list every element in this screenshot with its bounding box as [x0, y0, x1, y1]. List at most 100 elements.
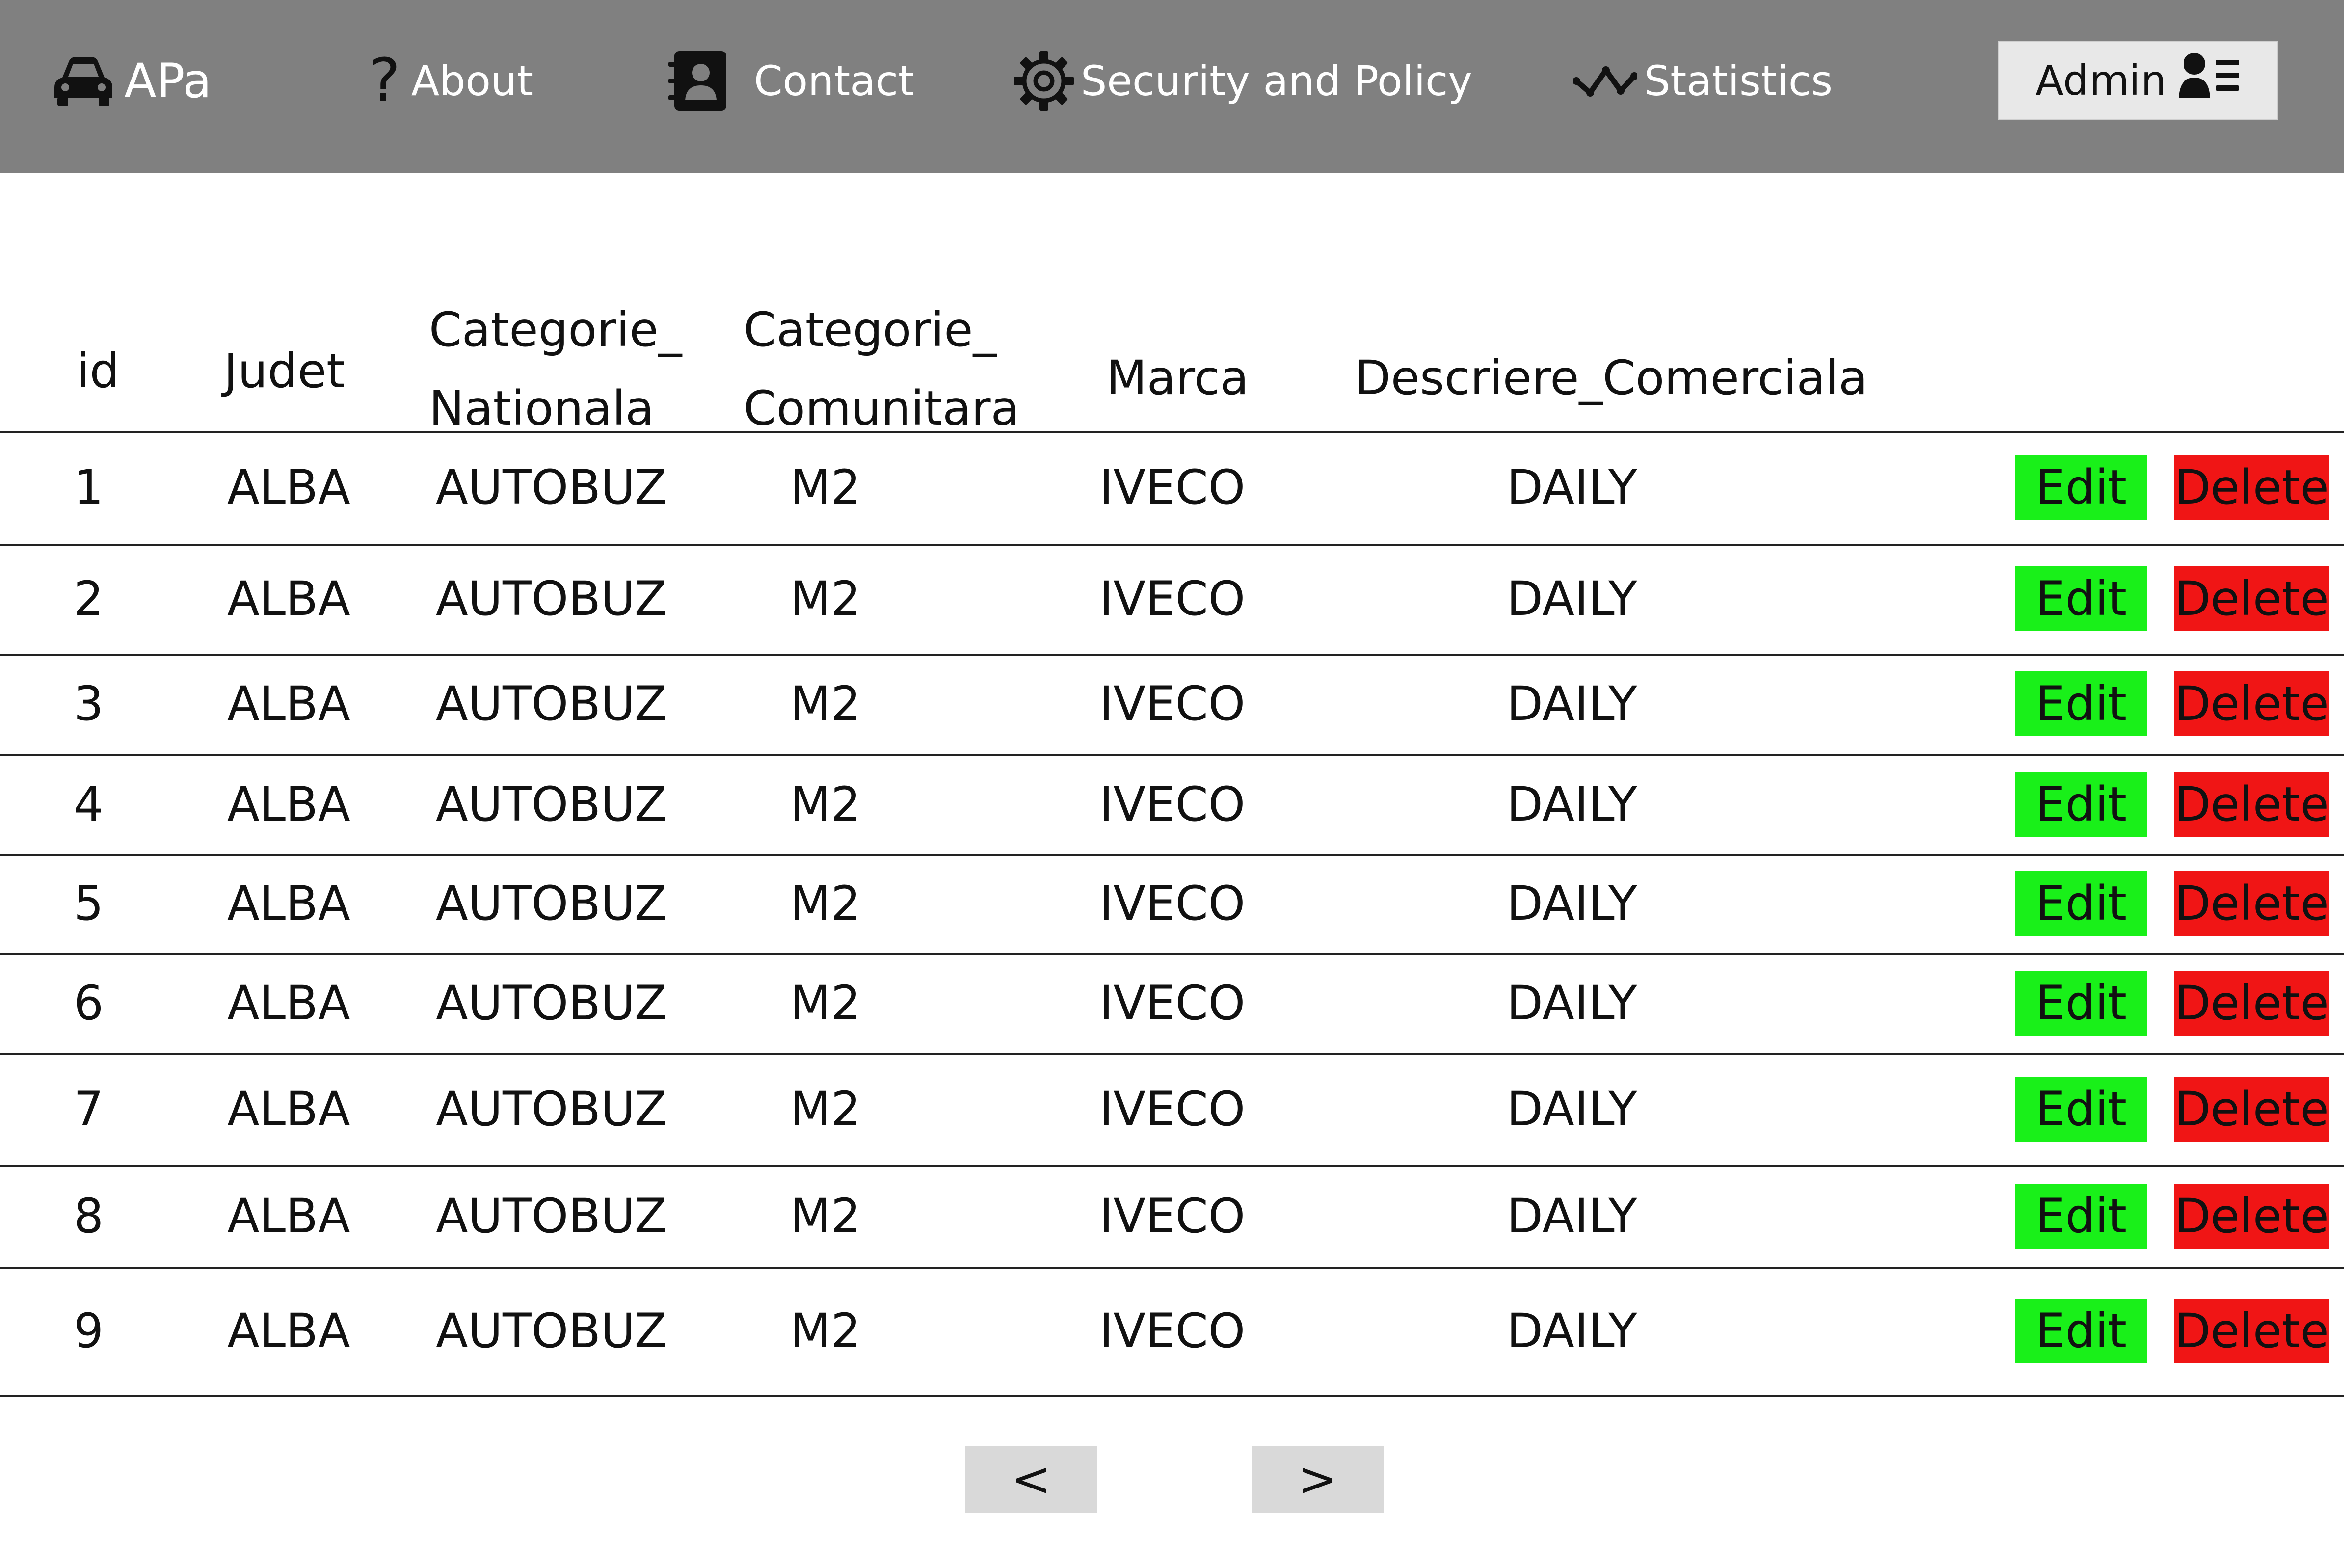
edit-button[interactable]: Edit [2015, 970, 2147, 1036]
cell-categorie-comunitara: M2 [790, 1081, 861, 1137]
edit-button[interactable]: Edit [2015, 771, 2147, 837]
cell-categorie-nationala: AUTOBUZ [436, 876, 667, 931]
edit-button[interactable]: Edit [2015, 1183, 2147, 1249]
delete-button[interactable]: Delete [2174, 1076, 2329, 1142]
nav-security-policy[interactable]: Security and Policy [1012, 44, 1472, 118]
delete-button[interactable]: Delete [2174, 566, 2329, 631]
cell-categorie-nationala: AUTOBUZ [436, 571, 667, 626]
edit-button[interactable]: Edit [2015, 455, 2147, 520]
cell-id: 5 [74, 876, 104, 931]
column-header-id: id [77, 344, 120, 399]
cell-id: 3 [74, 676, 104, 731]
row-divider [0, 1267, 2344, 1269]
cell-judet: ALBA [227, 776, 350, 832]
cell-categorie-comunitara: M2 [790, 460, 861, 515]
delete-button[interactable]: Delete [2174, 455, 2329, 520]
delete-button[interactable]: Delete [2174, 1299, 2329, 1363]
delete-button[interactable]: Delete [2174, 671, 2329, 736]
edit-button[interactable]: Edit [2015, 671, 2147, 736]
cell-descriere-comerciala: DAILY [1507, 460, 1637, 515]
row-divider [0, 654, 2344, 656]
column-header-categorie-nationala: Categorie_ Nationala [429, 302, 682, 436]
cell-categorie-nationala: AUTOBUZ [436, 676, 667, 731]
cell-id: 4 [74, 776, 104, 832]
admin-button[interactable]: Admin [1998, 41, 2278, 120]
row-divider [0, 953, 2344, 955]
contact-book-icon [666, 49, 729, 113]
cell-categorie-nationala: AUTOBUZ [436, 776, 667, 832]
edit-button[interactable]: Edit [2015, 566, 2147, 631]
cell-marca: IVECO [1099, 1188, 1246, 1244]
cell-id: 9 [74, 1303, 104, 1358]
prev-page-button[interactable]: < [965, 1446, 1097, 1513]
next-page-button[interactable]: > [1252, 1446, 1384, 1513]
cell-descriere-comerciala: DAILY [1507, 876, 1637, 931]
cell-categorie-nationala: AUTOBUZ [436, 460, 667, 515]
cell-marca: IVECO [1099, 776, 1246, 832]
cell-categorie-nationala: AUTOBUZ [436, 1081, 667, 1137]
cell-judet: ALBA [227, 460, 350, 515]
user-list-icon [2178, 51, 2241, 110]
cell-descriere-comerciala: DAILY [1507, 776, 1637, 832]
cell-judet: ALBA [227, 676, 350, 731]
brand-label: APa [124, 53, 212, 108]
cell-categorie-comunitara: M2 [790, 876, 861, 931]
cell-marca: IVECO [1099, 1081, 1246, 1137]
edit-button[interactable]: Edit [2015, 1076, 2147, 1142]
row-divider [0, 431, 2344, 433]
nav-statistics-label: Statistics [1644, 57, 1833, 105]
cell-categorie-comunitara: M2 [790, 1188, 861, 1244]
brand-link[interactable]: APa [52, 44, 212, 118]
question-icon: ? [369, 47, 400, 115]
column-header-categorie-comunitara: Categorie_ Comunitara [744, 302, 1020, 436]
nav-statistics[interactable]: Statistics [1573, 44, 1833, 118]
cell-marca: IVECO [1099, 460, 1246, 515]
cell-id: 1 [74, 460, 104, 515]
cell-descriere-comerciala: DAILY [1507, 1303, 1637, 1358]
admin-label: Admin [2035, 56, 2167, 105]
cell-descriere-comerciala: DAILY [1507, 676, 1637, 731]
delete-button[interactable]: Delete [2174, 970, 2329, 1036]
nav-about-label: About [411, 57, 533, 105]
edit-button[interactable]: Edit [2015, 871, 2147, 936]
cell-categorie-comunitara: M2 [790, 776, 861, 832]
row-divider [0, 1395, 2344, 1397]
cell-marca: IVECO [1099, 571, 1246, 626]
trend-line-icon [1573, 61, 1637, 101]
nav-contact-label: Contact [754, 57, 914, 105]
cell-marca: IVECO [1099, 975, 1246, 1031]
delete-button[interactable]: Delete [2174, 1183, 2329, 1249]
row-divider [0, 754, 2344, 756]
cell-judet: ALBA [227, 876, 350, 931]
cell-categorie-comunitara: M2 [790, 571, 861, 626]
nav-contact[interactable]: Contact [666, 44, 914, 118]
cell-id: 7 [74, 1081, 104, 1137]
top-navbar: APa ? About Contact Security and Policy … [0, 0, 2344, 173]
cell-categorie-nationala: AUTOBUZ [436, 975, 667, 1031]
row-divider [0, 1053, 2344, 1055]
cell-marca: IVECO [1099, 1303, 1246, 1358]
cell-categorie-nationala: AUTOBUZ [436, 1303, 667, 1358]
edit-button[interactable]: Edit [2015, 1299, 2147, 1363]
row-divider [0, 1165, 2344, 1167]
cell-categorie-nationala: AUTOBUZ [436, 1188, 667, 1244]
cell-descriere-comerciala: DAILY [1507, 975, 1637, 1031]
column-header-marca: Marca [1106, 350, 1249, 405]
cell-judet: ALBA [227, 1303, 350, 1358]
cell-categorie-comunitara: M2 [790, 1303, 861, 1358]
delete-button[interactable]: Delete [2174, 771, 2329, 837]
cell-judet: ALBA [227, 1188, 350, 1244]
cell-descriere-comerciala: DAILY [1507, 571, 1637, 626]
cell-marca: IVECO [1099, 676, 1246, 731]
delete-button[interactable]: Delete [2174, 871, 2329, 936]
nav-about[interactable]: ? About [369, 44, 533, 118]
cell-id: 8 [74, 1188, 104, 1244]
cell-categorie-comunitara: M2 [790, 676, 861, 731]
cell-id: 2 [74, 571, 104, 626]
cell-judet: ALBA [227, 975, 350, 1031]
column-header-judet: Judet [224, 344, 345, 399]
car-icon [52, 54, 115, 108]
cell-judet: ALBA [227, 571, 350, 626]
column-header-descriere-comerciala: Descriere_Comerciala [1355, 350, 1867, 405]
nav-security-label: Security and Policy [1081, 57, 1472, 105]
